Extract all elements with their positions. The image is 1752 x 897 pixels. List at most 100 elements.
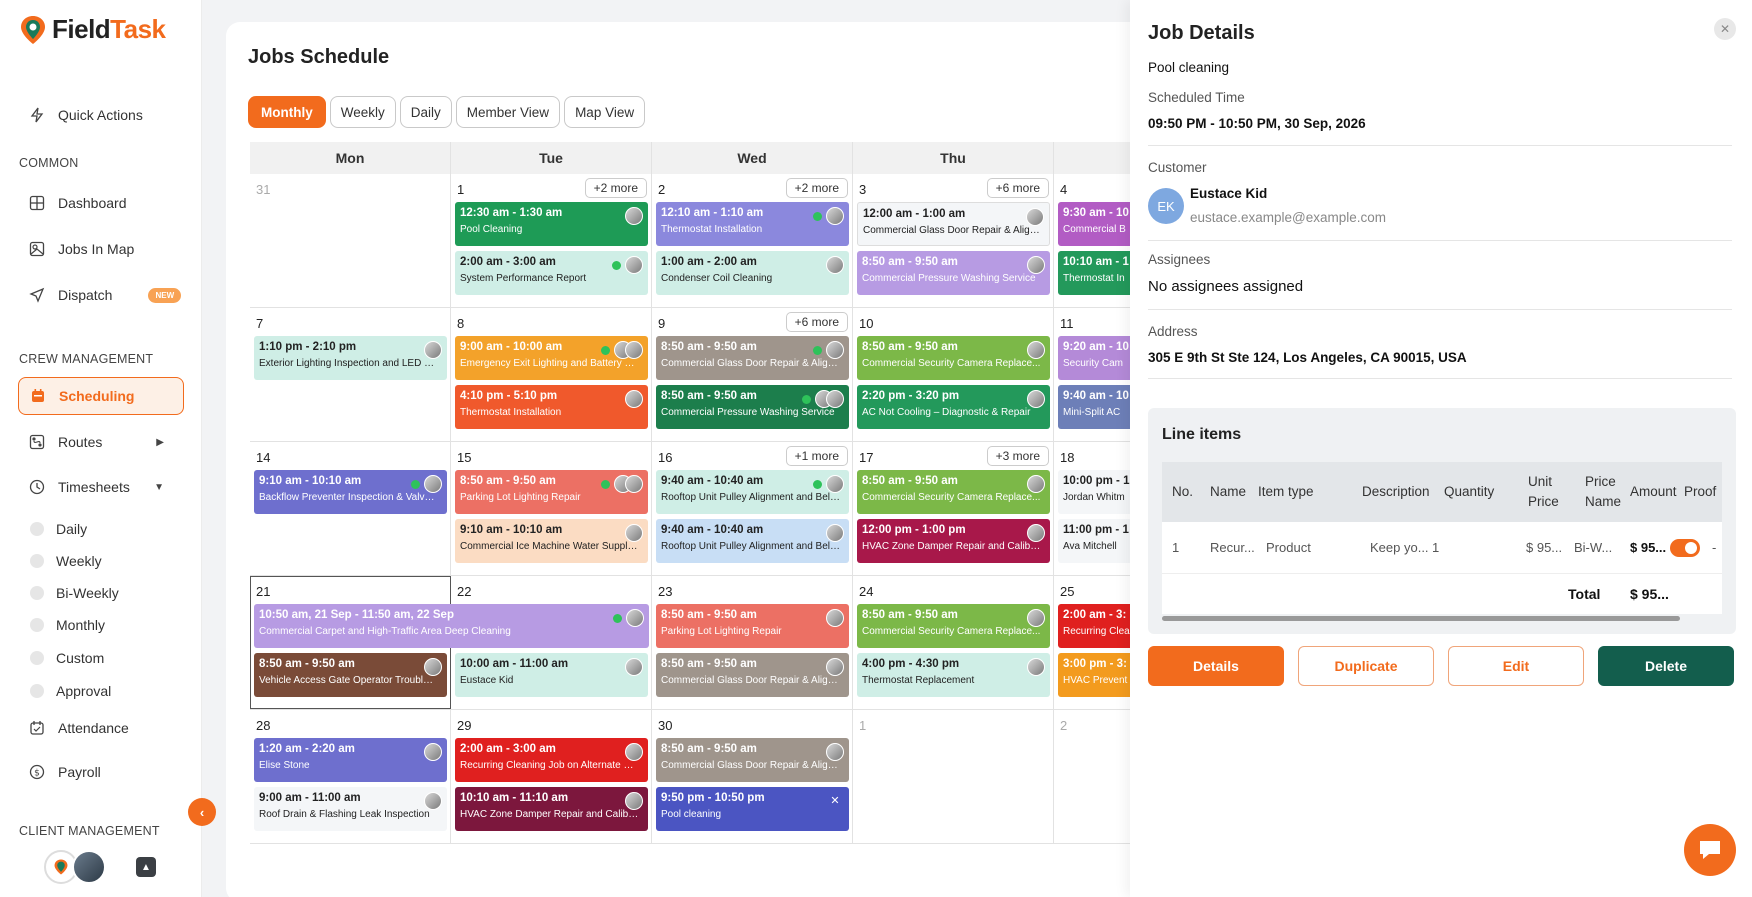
close-icon: ✕ xyxy=(1719,22,1731,36)
calendar-event[interactable]: 8:50 am - 9:50 am Commercial Security Cam… xyxy=(857,336,1050,380)
nav-dispatch[interactable]: Dispatch NEW xyxy=(18,276,184,314)
calendar-event[interactable]: 8:50 am - 9:50 am Commercial Glass Door R… xyxy=(656,738,849,782)
calendar-event[interactable]: 10:00 am - 11:00 am Eustace Kid xyxy=(455,653,648,697)
day-cell[interactable]: 17 +3 more 8:50 am - 9:50 am Commercial S… xyxy=(853,442,1054,575)
timesheet-weekly[interactable]: Weekly xyxy=(30,548,102,574)
customer-email[interactable]: eustace.example@example.com xyxy=(1190,210,1386,225)
calendar-event[interactable]: 8:50 am - 9:50 am Parking Lot Lighting Re… xyxy=(455,470,648,514)
day-cell[interactable]: 1 +2 more 12:30 am - 1:30 am Pool Cleanin… xyxy=(451,174,652,307)
calendar-event[interactable]: 8:50 am - 9:50 am Commercial Pressure Was… xyxy=(656,385,849,429)
assignee-avatar xyxy=(1027,658,1045,676)
day-cell[interactable]: 3 +6 more 12:00 am - 1:00 am Commercial G… xyxy=(853,174,1054,307)
horizontal-scrollbar[interactable] xyxy=(1162,616,1680,621)
calendar-event[interactable]: 9:10 am - 10:10 am Commercial Ice Machine… xyxy=(455,519,648,563)
day-cell[interactable]: 1 xyxy=(853,710,1054,843)
calendar-event[interactable]: 8:50 am - 9:50 am Commercial Pressure Was… xyxy=(857,251,1050,295)
calendar-event[interactable]: 4:00 pm - 4:30 pm Thermostat Replacement xyxy=(857,653,1050,697)
timesheet-bi-weekly[interactable]: Bi-Weekly xyxy=(30,580,119,606)
day-cell[interactable]: 16 +1 more 9:40 am - 10:40 am Rooftop Uni… xyxy=(652,442,853,575)
jobs-schedule-card: Jobs Schedule Monthly Weekly Daily Membe… xyxy=(226,22,1226,897)
total-value: $ 95... xyxy=(1630,586,1669,602)
calendar-event[interactable]: 12:10 am - 1:10 am Thermostat Installatio… xyxy=(656,202,849,246)
day-cell[interactable]: 29 2:00 am - 3:00 am Recurring Cleaning J… xyxy=(451,710,652,843)
nav-timesheets[interactable]: Timesheets ▼ xyxy=(18,468,184,506)
assignee-avatar xyxy=(424,743,442,761)
tab-map-view[interactable]: Map View xyxy=(564,96,646,128)
calendar-event[interactable]: 12:00 am - 1:00 am Commercial Glass Door … xyxy=(857,202,1050,246)
more-events-button[interactable]: +6 more xyxy=(785,312,848,332)
calendar-event[interactable]: 9:50 pm - 10:50 pm Pool cleaning ✕ xyxy=(656,787,849,831)
calendar-event[interactable]: 8:50 am - 9:50 am Vehicle Access Gate Ope… xyxy=(254,653,447,697)
tab-weekly[interactable]: Weekly xyxy=(329,96,396,128)
nav-quick-actions[interactable]: Quick Actions xyxy=(18,96,184,134)
day-cell[interactable]: 28 1:20 am - 2:20 am Elise Stone 9:00 am … xyxy=(250,710,451,843)
nav-jobs-in-map[interactable]: Jobs In Map xyxy=(18,230,184,268)
details-button[interactable]: Details xyxy=(1148,646,1284,686)
timesheet-monthly[interactable]: Monthly xyxy=(30,612,105,638)
calendar-event[interactable]: 1:00 am - 2:00 am Condenser Coil Cleaning xyxy=(656,251,849,295)
tab-daily[interactable]: Daily xyxy=(399,96,452,128)
day-cell[interactable]: 31 xyxy=(250,174,451,307)
edit-button[interactable]: Edit xyxy=(1448,646,1584,686)
calendar-event[interactable]: 9:40 am - 10:40 am Rooftop Unit Pulley Al… xyxy=(656,519,849,563)
duplicate-button[interactable]: Duplicate xyxy=(1298,646,1434,686)
more-events-button[interactable]: +3 more xyxy=(986,446,1049,466)
calendar-event[interactable]: 2:00 am - 3:00 am Recurring Cleaning Job … xyxy=(455,738,648,782)
day-cell[interactable]: 15 8:50 am - 9:50 am Parking Lot Lighting… xyxy=(451,442,652,575)
timesheet-daily[interactable]: Daily xyxy=(30,516,87,542)
calendar-event[interactable]: 9:00 am - 11:00 am Roof Drain & Flashing … xyxy=(254,787,447,831)
more-events-button[interactable]: +2 more xyxy=(785,178,848,198)
day-cell[interactable]: 8 9:00 am - 10:00 am Emergency Exit Light… xyxy=(451,308,652,441)
day-cell[interactable]: 7 1:10 pm - 2:10 pm Exterior Lighting Ins… xyxy=(250,308,451,441)
calendar-event[interactable]: 8:50 am - 9:50 am Parking Lot Lighting Re… xyxy=(656,604,849,648)
calendar-event[interactable]: 12:00 pm - 1:00 pm HVAC Zone Damper Repai… xyxy=(857,519,1050,563)
calendar-event[interactable]: 12:30 am - 1:30 am Pool Cleaning xyxy=(455,202,648,246)
calendar-event[interactable]: 9:10 am - 10:10 am Backflow Preventer Ins… xyxy=(254,470,447,514)
tab-monthly[interactable]: Monthly xyxy=(248,96,326,128)
day-cell[interactable]: 2 +2 more 12:10 am - 1:10 am Thermostat I… xyxy=(652,174,853,307)
delete-button[interactable]: Delete xyxy=(1598,646,1734,686)
app-logo[interactable]: FieldTask xyxy=(20,14,166,45)
expand-up-icon[interactable]: ▲ xyxy=(136,857,156,877)
tab-member-view[interactable]: Member View xyxy=(455,96,561,128)
calendar-event[interactable]: 8:50 am - 9:50 am Commercial Security Cam… xyxy=(857,604,1050,648)
more-events-button[interactable]: +1 more xyxy=(785,446,848,466)
collapse-sidebar-button[interactable]: ‹ xyxy=(188,798,216,826)
chat-support-button[interactable] xyxy=(1684,824,1736,876)
day-cell[interactable]: 9 +6 more 8:50 am - 9:50 am Commercial Gl… xyxy=(652,308,853,441)
close-panel-button[interactable]: ✕ xyxy=(1714,18,1736,40)
calendar-event[interactable]: 2:00 am - 3:00 am System Performance Repo… xyxy=(455,251,648,295)
day-cell[interactable]: 24 8:50 am - 9:50 am Commercial Security … xyxy=(853,576,1054,709)
table-row[interactable]: 1 Recur... Product Keep yo... 1 $ 95... … xyxy=(1162,522,1722,574)
calendar-event[interactable]: 8:50 am - 9:50 am Commercial Glass Door R… xyxy=(656,653,849,697)
day-cell[interactable]: 14 9:10 am - 10:10 am Backflow Preventer … xyxy=(250,442,451,575)
calendar-event[interactable]: 2:20 pm - 3:20 pm AC Not Cooling – Diagno… xyxy=(857,385,1050,429)
nav-payroll[interactable]: $ Payroll xyxy=(18,753,184,791)
proof-toggle[interactable] xyxy=(1670,539,1700,557)
timesheet-custom[interactable]: Custom xyxy=(30,645,104,671)
day-cell[interactable]: 10 8:50 am - 9:50 am Commercial Security … xyxy=(853,308,1054,441)
account-switcher[interactable] xyxy=(44,850,106,884)
calendar-event[interactable]: 1:20 am - 2:20 am Elise Stone xyxy=(254,738,447,782)
calendar-event[interactable]: 9:00 am - 10:00 am Emergency Exit Lightin… xyxy=(455,336,648,380)
day-cell[interactable]: 23 8:50 am - 9:50 am Parking Lot Lighting… xyxy=(652,576,853,709)
assignee-avatar xyxy=(826,743,844,761)
assignee-avatar xyxy=(826,256,844,274)
day-cell[interactable]: 30 8:50 am - 9:50 am Commercial Glass Doo… xyxy=(652,710,853,843)
day-cell-selected[interactable]: 21 10:50 am, 21 Sep - 11:50 am, 22 Sep Co… xyxy=(250,576,649,709)
more-events-button[interactable]: +2 more xyxy=(584,178,647,198)
calendar-event[interactable]: 1:10 pm - 2:10 pm Exterior Lighting Inspe… xyxy=(254,336,447,380)
calendar-event[interactable]: 4:10 pm - 5:10 pm Thermostat Installation xyxy=(455,385,648,429)
calendar-event[interactable]: 10:10 am - 11:10 am HVAC Zone Damper Repa… xyxy=(455,787,648,831)
calendar-event[interactable]: 8:50 am - 9:50 am Commercial Security Cam… xyxy=(857,470,1050,514)
calendar-event-multi-day[interactable]: 10:50 am, 21 Sep - 11:50 am, 22 Sep Comme… xyxy=(254,604,649,648)
calendar-event[interactable]: 9:40 am - 10:40 am Rooftop Unit Pulley Al… xyxy=(656,470,849,514)
calendar-event[interactable]: 8:50 am - 9:50 am Commercial Glass Door R… xyxy=(656,336,849,380)
nav-dashboard[interactable]: Dashboard xyxy=(18,184,184,222)
nav-routes[interactable]: Routes ▶ xyxy=(18,423,184,461)
timesheet-approval[interactable]: Approval xyxy=(30,678,111,704)
customer-name[interactable]: Eustace Kid xyxy=(1190,186,1267,201)
nav-attendance[interactable]: Attendance xyxy=(18,709,184,747)
nav-scheduling[interactable]: Scheduling xyxy=(18,377,184,415)
more-events-button[interactable]: +6 more xyxy=(986,178,1049,198)
